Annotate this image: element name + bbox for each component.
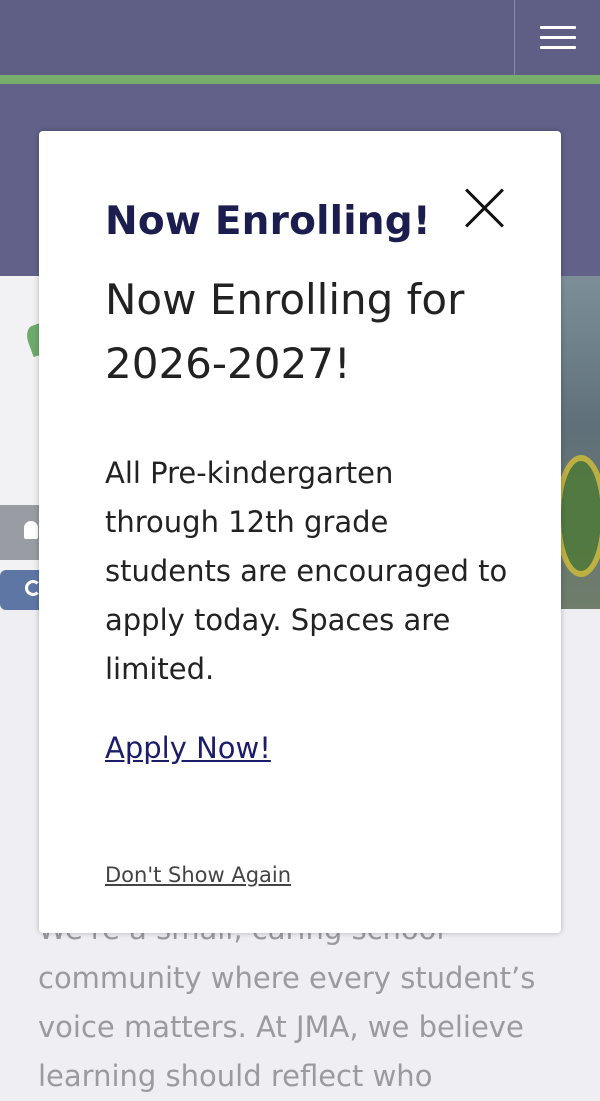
school-seal-icon bbox=[555, 455, 600, 577]
header-divider bbox=[514, 0, 515, 75]
body-line: All Pre-kindergarten bbox=[105, 456, 394, 490]
intro-line: voice matters. At JMA, we believe bbox=[38, 1010, 524, 1044]
body-line: limited. bbox=[105, 652, 215, 686]
body-line: through 12th grade bbox=[105, 505, 389, 539]
intro-line: community where every student’s bbox=[38, 961, 536, 995]
subtitle-line: 2026-2027! bbox=[105, 339, 351, 388]
subtitle-line: Now Enrolling for bbox=[105, 275, 465, 324]
intro-line: learning should reflect who bbox=[38, 1059, 433, 1093]
intro-paragraph: We're a small, caring school community w… bbox=[38, 905, 578, 1101]
body-line: students are encouraged to bbox=[105, 554, 508, 588]
modal-title: Now Enrolling! bbox=[105, 199, 431, 244]
body-line: apply today. Spaces are bbox=[105, 603, 451, 637]
modal-body: All Pre-kindergarten through 12th grade … bbox=[105, 449, 525, 694]
notification-tab[interactable] bbox=[0, 505, 40, 560]
hamburger-menu-button[interactable] bbox=[540, 26, 576, 50]
bell-icon bbox=[24, 521, 38, 539]
apply-now-link[interactable]: Apply Now! bbox=[105, 731, 271, 765]
modal-subtitle: Now Enrolling for 2026-2027! bbox=[105, 268, 525, 396]
dont-show-again-link[interactable]: Don't Show Again bbox=[105, 863, 291, 887]
hamburger-icon bbox=[540, 26, 576, 29]
enrollment-modal: Now Enrolling! Now Enrolling for 2026-20… bbox=[39, 131, 561, 933]
site-header bbox=[0, 0, 600, 75]
close-icon[interactable] bbox=[463, 186, 507, 230]
accent-stripe bbox=[0, 75, 600, 84]
phone-tab[interactable] bbox=[0, 570, 41, 610]
